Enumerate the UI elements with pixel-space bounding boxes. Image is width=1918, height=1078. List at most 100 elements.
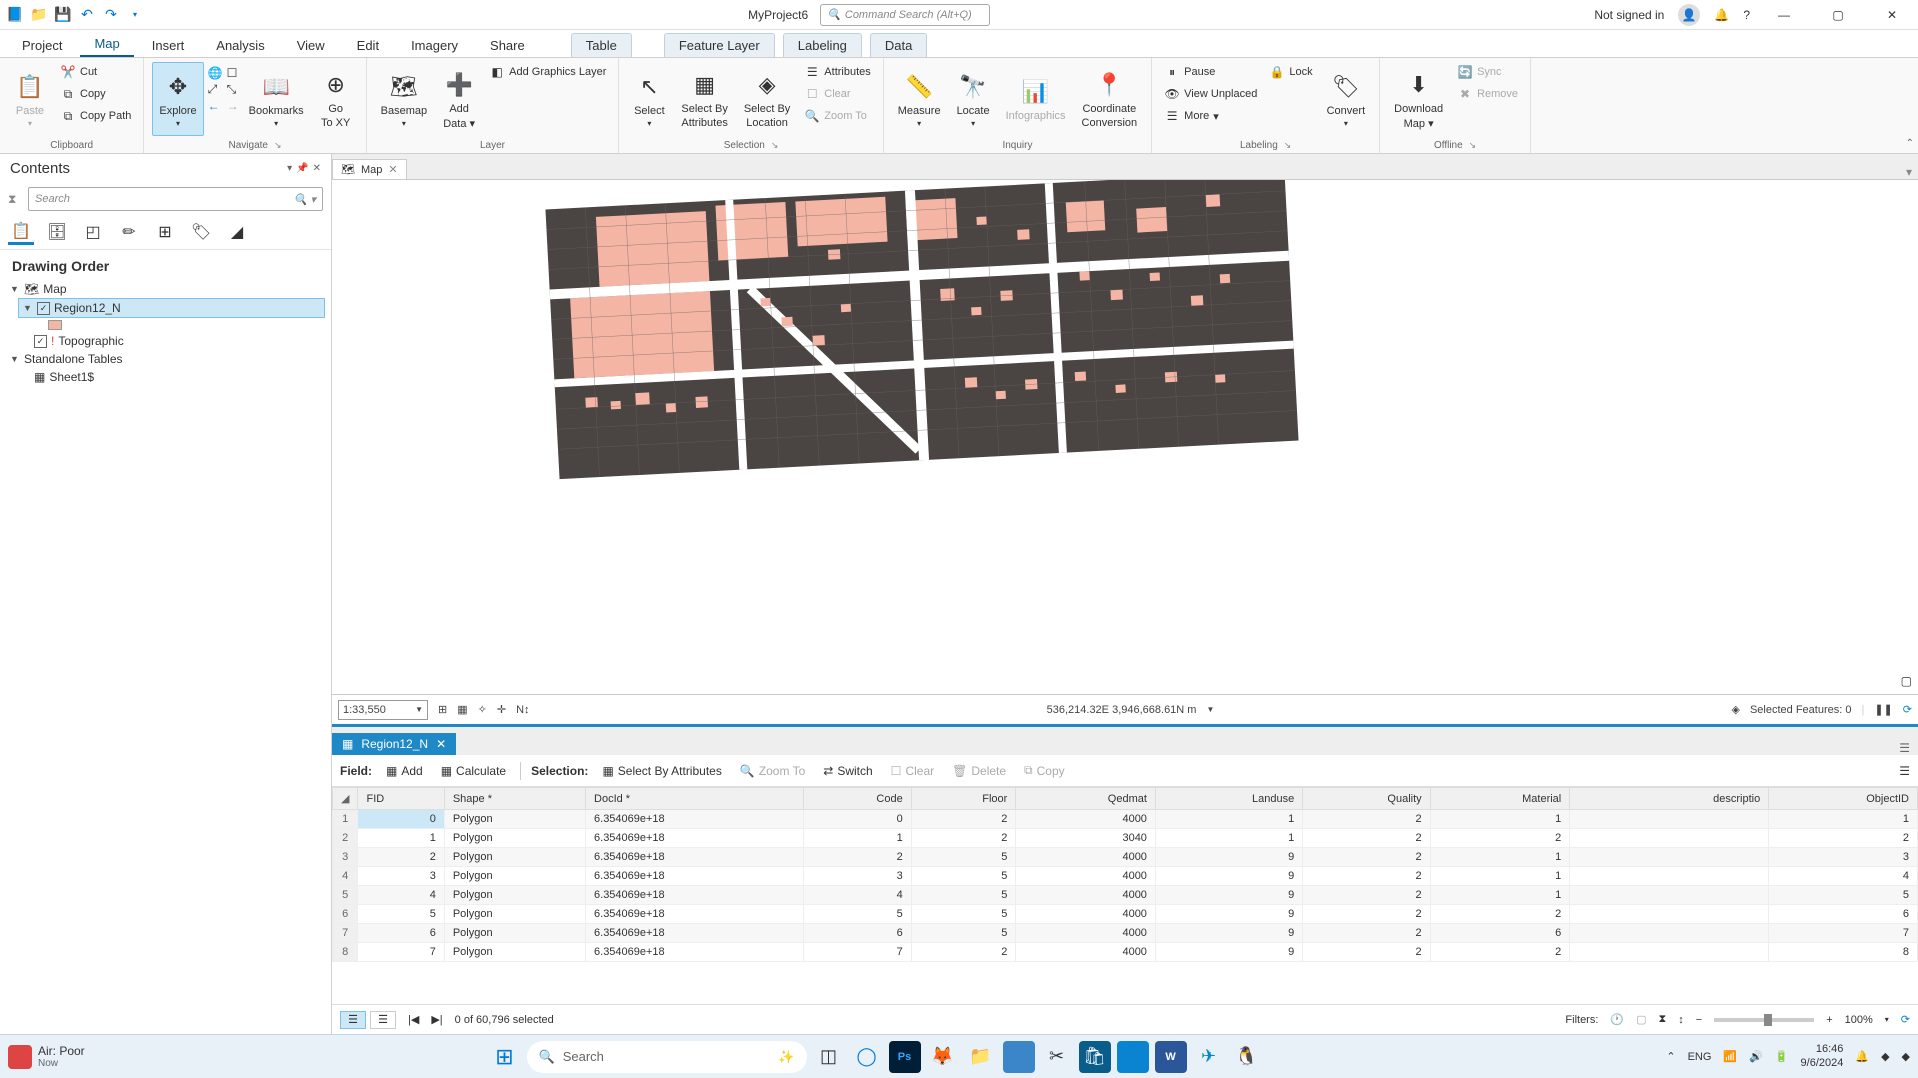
table-row[interactable]: 65Polygon6.354069e+185540009226 — [333, 905, 1918, 924]
attribute-grid[interactable]: ◢FIDShape *DocId *CodeFloorQedmatLanduse… — [332, 787, 1918, 1004]
coordinates-readout[interactable]: 536,214.32E 3,946,668.61N m — [1047, 704, 1197, 716]
column-header[interactable]: Floor — [911, 788, 1016, 810]
help-icon[interactable]: ? — [1743, 8, 1750, 22]
selection-launcher-icon[interactable]: ↘ — [771, 140, 779, 151]
delete-selection-button[interactable]: 🗑Delete — [948, 762, 1010, 780]
view-unplaced-button[interactable]: 👁View Unplaced — [1160, 84, 1261, 104]
command-search-input[interactable]: 🔍 Command Search (Alt+Q) — [820, 4, 990, 26]
tab-project[interactable]: Project — [8, 34, 76, 57]
column-header[interactable]: Shape * — [444, 788, 585, 810]
convert-labels-button[interactable]: 🏷 Convert ▾ — [1321, 62, 1372, 136]
table-row[interactable]: 21Polygon6.354069e+181230401222 — [333, 829, 1918, 848]
layer-visibility-checkbox[interactable]: ✓ — [37, 302, 50, 315]
user-avatar-icon[interactable]: 👤 — [1678, 4, 1700, 26]
table-row[interactable]: 76Polygon6.354069e+186540009267 — [333, 924, 1918, 943]
close-button[interactable]: ✕ — [1872, 1, 1912, 29]
download-map-button[interactable]: ⬇ Download Map ▾ — [1388, 62, 1449, 136]
notification-icon[interactable]: 🔔 — [1855, 1050, 1869, 1063]
list-by-editing-icon[interactable]: ✏ — [116, 219, 142, 245]
close-tab-icon[interactable]: ✕ — [436, 737, 446, 751]
volume-icon[interactable]: 🔊 — [1749, 1050, 1763, 1063]
open-icon[interactable]: 📁 — [30, 6, 48, 24]
column-header[interactable]: FID — [358, 788, 444, 810]
infographics-button[interactable]: 📊 Infographics — [1000, 62, 1072, 136]
navigate-launcher-icon[interactable]: ↘ — [274, 140, 282, 151]
explorer-icon[interactable]: 📁 — [965, 1041, 997, 1073]
fixed-zoom-in-icon[interactable]: ⤢ — [208, 82, 223, 97]
add-graphics-button[interactable]: ◧Add Graphics Layer — [485, 62, 610, 82]
prev-extent-icon[interactable]: ← — [208, 99, 223, 113]
snip-icon[interactable]: ✂ — [1041, 1041, 1073, 1073]
basemap-button[interactable]: 🗺 Basemap ▾ — [375, 62, 433, 136]
grid-icon[interactable]: ▦ — [457, 703, 467, 716]
calculate-field-button[interactable]: ▦Calculate — [437, 762, 510, 780]
tab-feature-layer[interactable]: Feature Layer — [664, 33, 775, 57]
caret-icon[interactable]: ▼ — [10, 354, 20, 364]
store-icon[interactable]: 🛍 — [1079, 1041, 1111, 1073]
explore-button[interactable]: ✥ Explore ▾ — [152, 62, 203, 136]
clock[interactable]: 16:46 9/6/2024 — [1801, 1043, 1844, 1069]
attr-hamburger-icon[interactable]: ☰ — [1891, 741, 1918, 755]
bookmarks-button[interactable]: 📖 Bookmarks ▾ — [243, 62, 310, 136]
zoom-to-sel-button[interactable]: 🔍Zoom To — [736, 762, 809, 780]
select-by-attributes-button[interactable]: ▦Select By Attributes — [598, 762, 725, 780]
list-by-snapping-icon[interactable]: ⊞ — [152, 219, 178, 245]
table-row[interactable]: 54Polygon6.354069e+184540009215 — [333, 886, 1918, 905]
contents-search-input[interactable]: Search 🔍 ▾ — [28, 187, 323, 211]
pane-close-icon[interactable]: ✕ — [313, 163, 321, 174]
copy-selection-button[interactable]: ⧉Copy — [1020, 761, 1069, 780]
zoom-to-selection-button[interactable]: 🔍Zoom To — [800, 106, 874, 126]
refresh-table-icon[interactable]: ⟳ — [1901, 1013, 1910, 1026]
column-header[interactable]: DocId * — [586, 788, 804, 810]
show-selected-records-button[interactable]: ☰ — [370, 1011, 396, 1029]
last-record-icon[interactable]: ▶| — [431, 1013, 442, 1026]
tab-table[interactable]: Table — [571, 33, 632, 57]
tab-data[interactable]: Data — [870, 33, 927, 57]
column-header[interactable]: Qedmat — [1016, 788, 1156, 810]
undo-icon[interactable]: ↶ — [78, 6, 96, 24]
layer-visibility-checkbox[interactable]: ✓ — [34, 335, 47, 348]
tab-insert[interactable]: Insert — [138, 34, 199, 57]
goto-xy-button[interactable]: ⊕ Go To XY — [314, 62, 358, 136]
correction-icon[interactable]: N↕ — [516, 704, 529, 716]
offline-launcher-icon[interactable]: ↘ — [1469, 140, 1477, 151]
filter-funnel-icon[interactable]: ⧗ — [1659, 1013, 1667, 1026]
column-header[interactable]: Landuse — [1155, 788, 1302, 810]
tab-map[interactable]: Map — [80, 32, 133, 57]
list-by-selection-icon[interactable]: ◰ — [80, 219, 106, 245]
attr-menu-icon[interactable]: ☰ — [1899, 764, 1910, 778]
column-header[interactable]: Material — [1430, 788, 1570, 810]
minimize-button[interactable]: — — [1764, 1, 1804, 29]
tab-imagery[interactable]: Imagery — [397, 34, 472, 57]
locate-button[interactable]: 🔭 Locate ▾ — [951, 62, 996, 136]
zoom-out-icon[interactable]: − — [1696, 1014, 1702, 1026]
filter-sort-icon[interactable]: ↕ — [1678, 1014, 1684, 1026]
notifications-icon[interactable]: 🔔 — [1714, 8, 1729, 22]
show-all-records-button[interactable]: ☰ — [340, 1011, 366, 1029]
tab-edit[interactable]: Edit — [343, 34, 393, 57]
tab-view[interactable]: View — [283, 34, 339, 57]
app3-icon[interactable]: 🐧 — [1231, 1041, 1263, 1073]
add-data-button[interactable]: ➕ Add Data ▾ — [437, 62, 481, 136]
view-menu-icon[interactable]: ▾ — [1900, 165, 1918, 179]
app2-icon[interactable] — [1117, 1041, 1149, 1073]
tab-labeling[interactable]: Labeling — [783, 33, 862, 57]
full-extent-icon[interactable]: 🌐 — [208, 66, 223, 80]
task-view-icon[interactable]: ◫ — [813, 1041, 845, 1073]
cut-button[interactable]: ✂️Cut — [56, 62, 135, 82]
toc-map-node[interactable]: ▼ 🗺 Map — [6, 280, 325, 298]
firefox-icon[interactable]: 🦊 — [927, 1041, 959, 1073]
word-icon[interactable]: W — [1155, 1041, 1187, 1073]
photoshop-icon[interactable]: Ps — [889, 1041, 921, 1073]
paste-button[interactable]: 📋 Paste ▾ — [8, 62, 52, 136]
filter-time-icon[interactable]: 🕐 — [1610, 1013, 1624, 1026]
labeling-launcher-icon[interactable]: ↘ — [1284, 140, 1292, 151]
start-button[interactable]: ⊞ — [489, 1041, 521, 1073]
refresh-icon[interactable]: ⟳ — [1903, 703, 1912, 716]
pause-labeling-button[interactable]: ⏸Pause — [1160, 62, 1261, 82]
toc-layer-region[interactable]: ▼ ✓ Region12_N — [18, 298, 325, 318]
zoom-slider[interactable] — [1714, 1018, 1814, 1022]
toc-standalone-sheet[interactable]: ▦ Sheet1$ — [30, 368, 325, 386]
copy-path-button[interactable]: ⧉Copy Path — [56, 106, 135, 126]
tray-app2-icon[interactable]: ◆ — [1902, 1050, 1910, 1063]
